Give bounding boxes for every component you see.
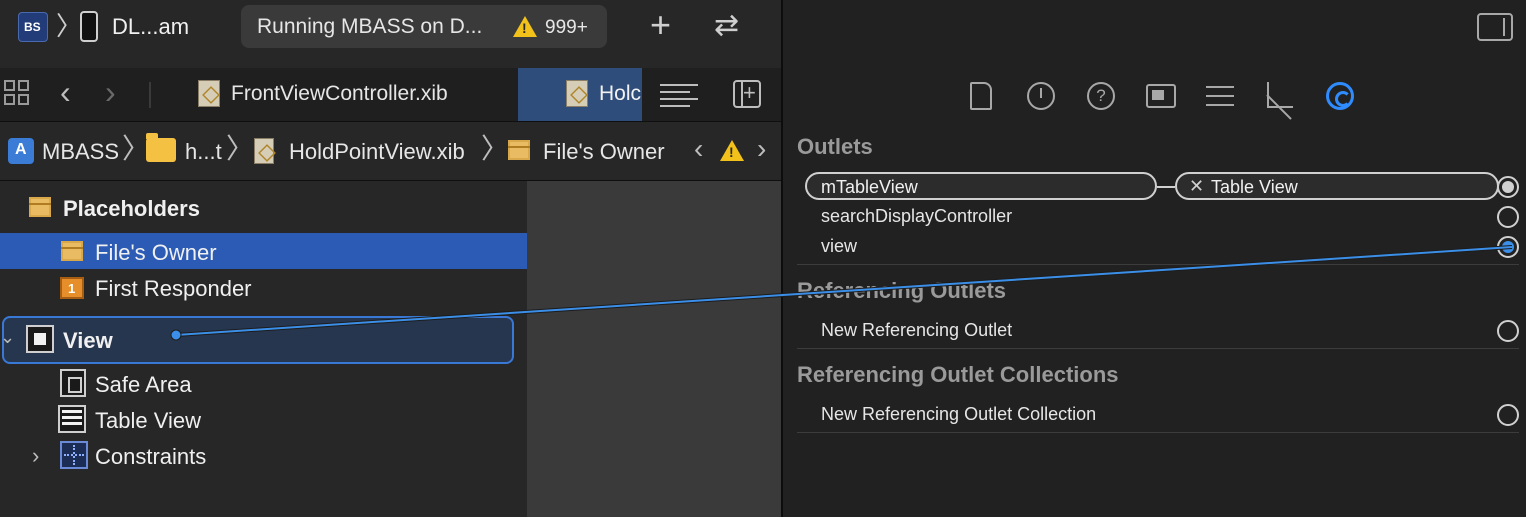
- history-inspector-icon[interactable]: [1027, 82, 1055, 110]
- file-inspector-icon[interactable]: [970, 82, 992, 110]
- attributes-inspector-icon[interactable]: [1206, 82, 1234, 110]
- disclosure-open-icon[interactable]: ⌄: [0, 327, 15, 348]
- interface-builder-canvas[interactable]: [527, 181, 781, 517]
- code-review-icon[interactable]: ⇄: [714, 10, 739, 42]
- connection-dragging-icon[interactable]: [1497, 236, 1519, 258]
- outline-table-view[interactable]: Table View: [0, 401, 527, 437]
- table-view-icon: [58, 405, 86, 433]
- outline-label: Constraints: [95, 444, 207, 469]
- document-outline: Placeholders File's Owner 1 First Respon…: [0, 181, 527, 517]
- divider: [797, 432, 1519, 433]
- outline-files-owner[interactable]: File's Owner: [0, 233, 527, 269]
- next-issue-icon[interactable]: ›: [757, 135, 766, 163]
- project-icon: [8, 138, 34, 164]
- view-icon: [26, 325, 54, 353]
- run-destination[interactable]: DL...am: [112, 14, 189, 40]
- outlet-name: view: [821, 236, 858, 256]
- jump-bar-object[interactable]: File's Owner: [543, 139, 665, 165]
- toggle-inspector-icon[interactable]: [1477, 13, 1513, 41]
- files-owner-icon: [58, 237, 86, 265]
- add-editor-icon[interactable]: [733, 80, 761, 108]
- chevron-right-icon: 〉: [56, 11, 83, 41]
- inspector-tabs: ?: [783, 68, 1526, 122]
- related-items-icon[interactable]: [4, 80, 32, 108]
- tab-frontviewcontroller-xib[interactable]: FrontViewController.xib: [190, 68, 510, 122]
- jump-bar-folder[interactable]: h...t: [185, 139, 222, 165]
- outline-label: View: [63, 328, 113, 353]
- divider: [797, 348, 1519, 349]
- connection-circle-icon[interactable]: [1497, 404, 1519, 426]
- first-responder-icon: 1: [58, 273, 86, 301]
- outlet-row-view[interactable]: view: [797, 232, 1519, 262]
- constraints-icon: [60, 441, 88, 469]
- scheme-app-icon[interactable]: BS: [18, 12, 48, 42]
- outlet-row-searchdisplaycontroller[interactable]: searchDisplayController: [797, 202, 1519, 232]
- outlet-name: searchDisplayController: [821, 206, 1013, 226]
- previous-issue-icon[interactable]: ‹: [694, 135, 703, 163]
- warning-icon[interactable]: [720, 140, 744, 161]
- placeholder-cube-icon: [26, 193, 54, 221]
- editor-pane: BS 〉 DL...am Running MBASS on D... 999+ …: [0, 0, 781, 517]
- tab-bar: ‹ › FrontViewController.xib Holc: [0, 68, 781, 122]
- tab-label: FrontViewController.xib: [231, 82, 448, 105]
- outline-label: Table View: [95, 408, 201, 433]
- jump-bar: MBASS 〉 h...t 〉 HoldPointView.xib 〉 File…: [0, 122, 781, 180]
- iphone-icon[interactable]: [80, 11, 98, 42]
- outlets-header: Outlets: [797, 134, 873, 159]
- xib-file-icon: [254, 138, 274, 164]
- jump-bar-project[interactable]: MBASS: [42, 139, 119, 165]
- safe-area-icon: [60, 369, 86, 397]
- outline-placeholders[interactable]: Placeholders: [0, 189, 527, 225]
- disclosure-closed-icon[interactable]: ›: [32, 443, 39, 469]
- referencing-outlet-collections-header: Referencing Outlet Collections: [797, 362, 1119, 387]
- add-library-icon[interactable]: +: [650, 7, 671, 43]
- warning-icon: [513, 16, 537, 37]
- navigate-back-icon[interactable]: ‹: [60, 76, 71, 108]
- xib-file-icon: [566, 80, 588, 107]
- outline-constraints[interactable]: › Constraints: [0, 437, 527, 473]
- xib-file-icon: [198, 80, 220, 107]
- quick-help-icon[interactable]: ?: [1087, 82, 1115, 110]
- editor-options-icon[interactable]: [660, 82, 698, 108]
- connection-circle-icon[interactable]: [1497, 206, 1519, 228]
- new-referencing-outlet-label: New Referencing Outlet: [821, 320, 1013, 340]
- outline-label: Safe Area: [95, 372, 192, 397]
- referencing-outlets-header: Referencing Outlets: [797, 278, 1007, 303]
- outline-first-responder[interactable]: 1 First Responder: [0, 269, 527, 305]
- connections-inspector-icon[interactable]: [1326, 82, 1354, 110]
- navigate-forward-icon[interactable]: ›: [105, 76, 116, 108]
- divider: [797, 264, 1519, 265]
- scheme-app-icon-text: BS: [24, 20, 41, 34]
- connection-dot-icon[interactable]: [1497, 176, 1519, 198]
- new-referencing-collection-label: New Referencing Outlet Collection: [821, 404, 1097, 424]
- connection-circle-icon[interactable]: [1497, 320, 1519, 342]
- tab-label: Holc: [599, 82, 642, 105]
- outline-view[interactable]: ⌄ View: [0, 321, 527, 357]
- outlet-row-mtableview: [797, 172, 1519, 202]
- outline-safe-area[interactable]: Safe Area: [0, 365, 527, 401]
- files-owner-icon: [505, 136, 533, 164]
- tab-holdpointview-xib[interactable]: Holc: [518, 68, 642, 122]
- inspector-pane: ? Outlets mTableView ✕ Table View search…: [783, 0, 1526, 517]
- identity-inspector-icon[interactable]: [1146, 84, 1176, 108]
- outline-label: First Responder: [95, 276, 252, 301]
- warning-count: 999+: [545, 17, 588, 38]
- chevron-right-icon: 〉: [226, 133, 255, 164]
- outline-label: File's Owner: [95, 240, 217, 265]
- new-referencing-collection-row[interactable]: New Referencing Outlet Collection: [797, 400, 1519, 430]
- outline-label: Placeholders: [63, 196, 200, 221]
- size-inspector-icon[interactable]: [1267, 82, 1293, 108]
- status-text: Running MBASS on D...: [257, 15, 483, 38]
- toolbar: BS 〉 DL...am Running MBASS on D... 999+ …: [0, 0, 781, 58]
- folder-icon: [146, 133, 176, 162]
- jump-bar-file[interactable]: HoldPointView.xib: [289, 139, 465, 165]
- tab-separator: [149, 82, 151, 108]
- new-referencing-outlet-row[interactable]: New Referencing Outlet: [797, 316, 1519, 346]
- activity-status[interactable]: Running MBASS on D... 999+: [241, 5, 607, 48]
